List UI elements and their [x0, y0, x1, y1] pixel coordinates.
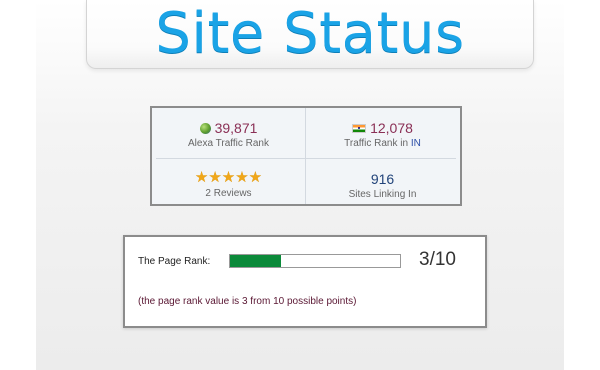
page-rank-score: 3/10 [419, 249, 456, 270]
reviews-label[interactable]: 2 Reviews [152, 188, 305, 200]
star-icon: ★ [221, 169, 236, 186]
page-rank-bar [229, 254, 401, 268]
site-stats-panel: 39,871 Alexa Traffic Rank 12,078 Traffic… [150, 106, 462, 206]
review-stars[interactable]: ★★★★★ [152, 170, 305, 186]
page-title: Site Status [155, 1, 465, 66]
page-rank-label: The Page Rank: [138, 256, 211, 267]
star-icon: ★ [194, 169, 209, 186]
india-flag-icon [352, 124, 367, 133]
globe-icon [199, 123, 211, 134]
sites-linking-label: Sites Linking In [348, 189, 417, 200]
alexa-rank-value[interactable]: 39,871 [215, 120, 258, 136]
star-icon: ★ [208, 169, 222, 186]
star-icon: ★ [235, 169, 249, 186]
reviews-cell: ★★★★★ 2 Reviews [152, 159, 305, 207]
country-rank-label: Traffic Rank in [344, 138, 409, 149]
alexa-rank-cell: 39,871 Alexa Traffic Rank [152, 108, 305, 156]
page-rank-panel: The Page Rank: 3/10 (the page rank value… [123, 235, 487, 328]
country-rank-value[interactable]: 12,078 [370, 120, 413, 136]
star-icon: ★ [248, 169, 263, 186]
country-rank-cell: 12,078 Traffic Rank in IN [306, 108, 459, 156]
alexa-rank-label: Alexa Traffic Rank [188, 138, 269, 149]
title-banner: Site Status [86, 0, 534, 69]
page-rank-note: (the page rank value is 3 from 10 possib… [138, 296, 357, 307]
sites-linking-value[interactable]: 916 [306, 171, 459, 187]
page-rank-bar-fill [230, 255, 281, 267]
country-code-link[interactable]: IN [411, 138, 421, 149]
links-cell: 916 Sites Linking In [306, 159, 459, 207]
